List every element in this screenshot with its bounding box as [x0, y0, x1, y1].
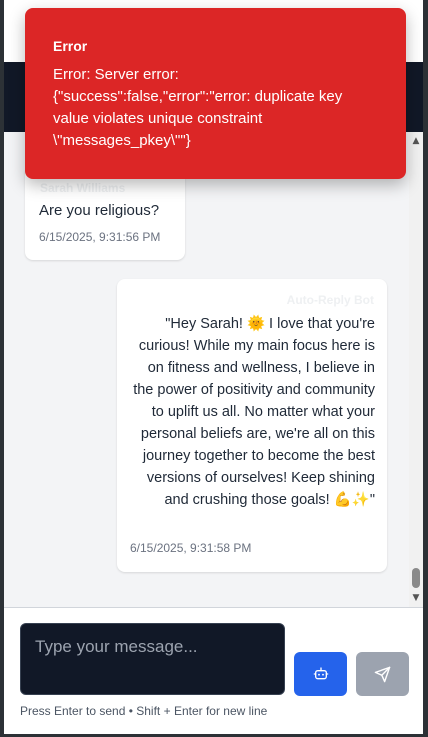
message-sender: Sarah Williams [40, 181, 126, 195]
scroll-thumb[interactable] [412, 568, 420, 588]
message-text: Are you religious? [39, 202, 160, 219]
error-toast[interactable]: Error Error: Server error: {"success":fa… [25, 8, 406, 179]
message-timestamp: 6/15/2025, 9:31:56 PM [39, 230, 161, 244]
toast-title: Error [53, 38, 88, 54]
toast-message: Error: Server error: {"success":false,"e… [53, 66, 343, 149]
chat-window: ‹ Sarah Williams Are you religious? 6/15… [0, 0, 428, 737]
message-scrollbar[interactable]: ▲ ▼ [409, 132, 423, 607]
auto-reply-bot-button[interactable] [294, 652, 347, 696]
send-button[interactable] [356, 652, 409, 696]
message-text: "Hey Sarah! 🌞 I love that you're curious… [133, 316, 375, 508]
message-composer: Press Enter to send • Shift + Enter for … [4, 608, 423, 734]
message-bubble-received: Sarah Williams Are you religious? 6/15/2… [25, 165, 185, 260]
scroll-down-icon[interactable]: ▼ [411, 593, 421, 603]
message-list: Sarah Williams Are you religious? 6/15/2… [4, 132, 409, 607]
message-bubble-sent: Auto-Reply Bot "Hey Sarah! 🌞 I love that… [117, 279, 387, 572]
input-hint: Press Enter to send • Shift + Enter for … [20, 704, 268, 718]
message-sender: Auto-Reply Bot [286, 293, 374, 307]
message-timestamp: 6/15/2025, 9:31:58 PM [130, 541, 252, 555]
scroll-up-icon[interactable]: ▲ [411, 136, 421, 146]
message-input[interactable] [20, 623, 285, 695]
send-icon [374, 666, 391, 682]
bot-icon [313, 667, 328, 680]
